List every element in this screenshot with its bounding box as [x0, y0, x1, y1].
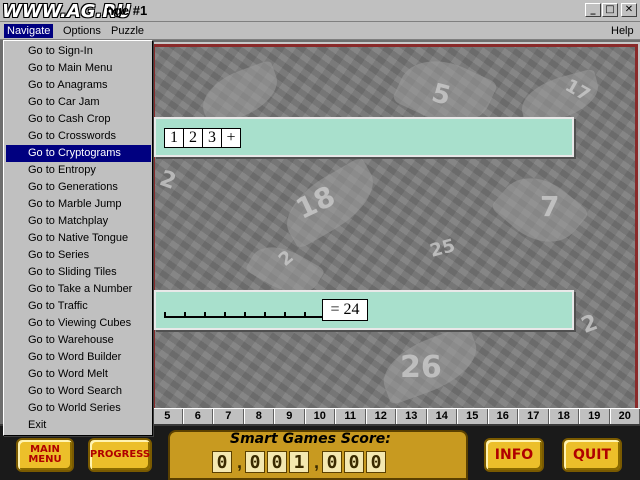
menu-item-matchplay[interactable]: Go to Matchplay [6, 213, 151, 230]
menu-item-word-builder[interactable]: Go to Word Builder [6, 349, 151, 366]
menu-item-word-search[interactable]: Go to Word Search [6, 383, 151, 400]
score-display: 0 , 0 0 1 , 0 0 0 [212, 451, 388, 473]
level-tab[interactable]: 5 [152, 409, 183, 425]
menu-item-native-tongue[interactable]: Go to Native Tongue [6, 230, 151, 247]
menu-navigate[interactable]: Navigate [4, 24, 54, 38]
level-tab[interactable]: 11 [335, 409, 366, 425]
menu-item-crosswords[interactable]: Go to Crosswords [6, 128, 151, 145]
score-separator: , [314, 452, 320, 472]
number-tile[interactable]: 1 [164, 128, 184, 148]
quit-button[interactable]: QUIT [562, 438, 622, 472]
menu-bar: Navigate Options Puzzle Help [0, 22, 640, 40]
info-button[interactable]: INFO [484, 438, 544, 472]
menu-item-main-menu[interactable]: Go to Main Menu [6, 60, 151, 77]
close-button[interactable]: ✕ [621, 3, 637, 17]
score-separator: , [237, 452, 243, 472]
answer-slot-tick [224, 312, 226, 318]
answer-slot-tick [284, 312, 286, 318]
level-tab[interactable]: 13 [396, 409, 427, 425]
maximize-button[interactable]: □ [602, 3, 618, 17]
navigate-dropdown-menu: Go to Sign-In Go to Main Menu Go to Anag… [3, 40, 153, 436]
score-digit: 0 [344, 451, 365, 473]
menu-item-exit[interactable]: Exit [6, 417, 151, 434]
level-tab[interactable]: 7 [213, 409, 244, 425]
background-number: 26 [400, 350, 442, 385]
score-digit: 0 [322, 451, 343, 473]
target-result: = 24 [322, 299, 368, 321]
menu-item-series[interactable]: Go to Series [6, 247, 151, 264]
menu-puzzle[interactable]: Puzzle [108, 24, 147, 38]
score-digit: 0 [267, 451, 288, 473]
menu-item-sign-in[interactable]: Go to Sign-In [6, 43, 151, 60]
score-digit: 0 [245, 451, 266, 473]
menu-item-sliding-tiles[interactable]: Go to Sliding Tiles [6, 264, 151, 281]
menu-item-generations[interactable]: Go to Generations [6, 179, 151, 196]
background-number: 7 [540, 190, 560, 223]
title-bar: WWW.AG.RU nge #1 _ □ ✕ [0, 0, 640, 22]
number-tile[interactable]: 2 [183, 128, 203, 148]
menu-item-take-a-number[interactable]: Go to Take a Number [6, 281, 151, 298]
answer-slot-tick [244, 312, 246, 318]
menu-item-warehouse[interactable]: Go to Warehouse [6, 332, 151, 349]
level-tab[interactable]: 16 [487, 409, 518, 425]
level-tab[interactable]: 10 [304, 409, 335, 425]
menu-item-traffic[interactable]: Go to Traffic [6, 298, 151, 315]
score-title: Smart Games Score: [230, 431, 391, 447]
menu-item-marble-jump[interactable]: Go to Marble Jump [6, 196, 151, 213]
menu-item-car-jam[interactable]: Go to Car Jam [6, 94, 151, 111]
level-tab[interactable]: 15 [457, 409, 488, 425]
menu-item-entropy[interactable]: Go to Entropy [6, 162, 151, 179]
level-tab[interactable]: 12 [365, 409, 396, 425]
menu-item-cash-crop[interactable]: Go to Cash Crop [6, 111, 151, 128]
main-menu-button[interactable]: MAIN MENU [16, 438, 74, 472]
level-tab[interactable]: 17 [518, 409, 549, 425]
score-digit: 1 [289, 451, 310, 473]
number-tile[interactable]: 3 [202, 128, 222, 148]
level-tab[interactable]: 14 [426, 409, 457, 425]
level-tab[interactable]: 19 [579, 409, 610, 425]
minimize-button[interactable]: _ [585, 3, 601, 17]
menu-item-word-melt[interactable]: Go to Word Melt [6, 366, 151, 383]
level-tab[interactable]: 8 [243, 409, 274, 425]
window-title: nge #1 [106, 3, 148, 18]
level-tab[interactable]: 18 [548, 409, 579, 425]
score-digit: 0 [366, 451, 387, 473]
menu-help[interactable]: Help [608, 24, 637, 38]
score-digit: 0 [212, 451, 232, 473]
progress-button[interactable]: PROGRESS [88, 438, 152, 472]
menu-item-cryptograms[interactable]: Go to Cryptograms [6, 145, 151, 162]
level-tab[interactable]: 20 [609, 409, 640, 425]
number-tiles: 1 2 3 + [164, 128, 241, 148]
answer-slot-tick [204, 312, 206, 318]
level-tab[interactable]: 6 [182, 409, 213, 425]
menu-item-anagrams[interactable]: Go to Anagrams [6, 77, 151, 94]
menu-item-viewing-cubes[interactable]: Go to Viewing Cubes [6, 315, 151, 332]
level-strip: 5 6 7 8 9 10 11 12 13 14 15 16 17 18 19 … [152, 408, 640, 425]
answer-slot-tick [264, 312, 266, 318]
menu-options[interactable]: Options [60, 24, 104, 38]
operator-tile[interactable]: + [221, 128, 241, 148]
menu-item-world-series[interactable]: Go to World Series [6, 400, 151, 417]
answer-slot-tick [164, 312, 166, 318]
answer-slot-tick [184, 312, 186, 318]
answer-slot-tick [304, 312, 306, 318]
level-tab[interactable]: 9 [274, 409, 305, 425]
